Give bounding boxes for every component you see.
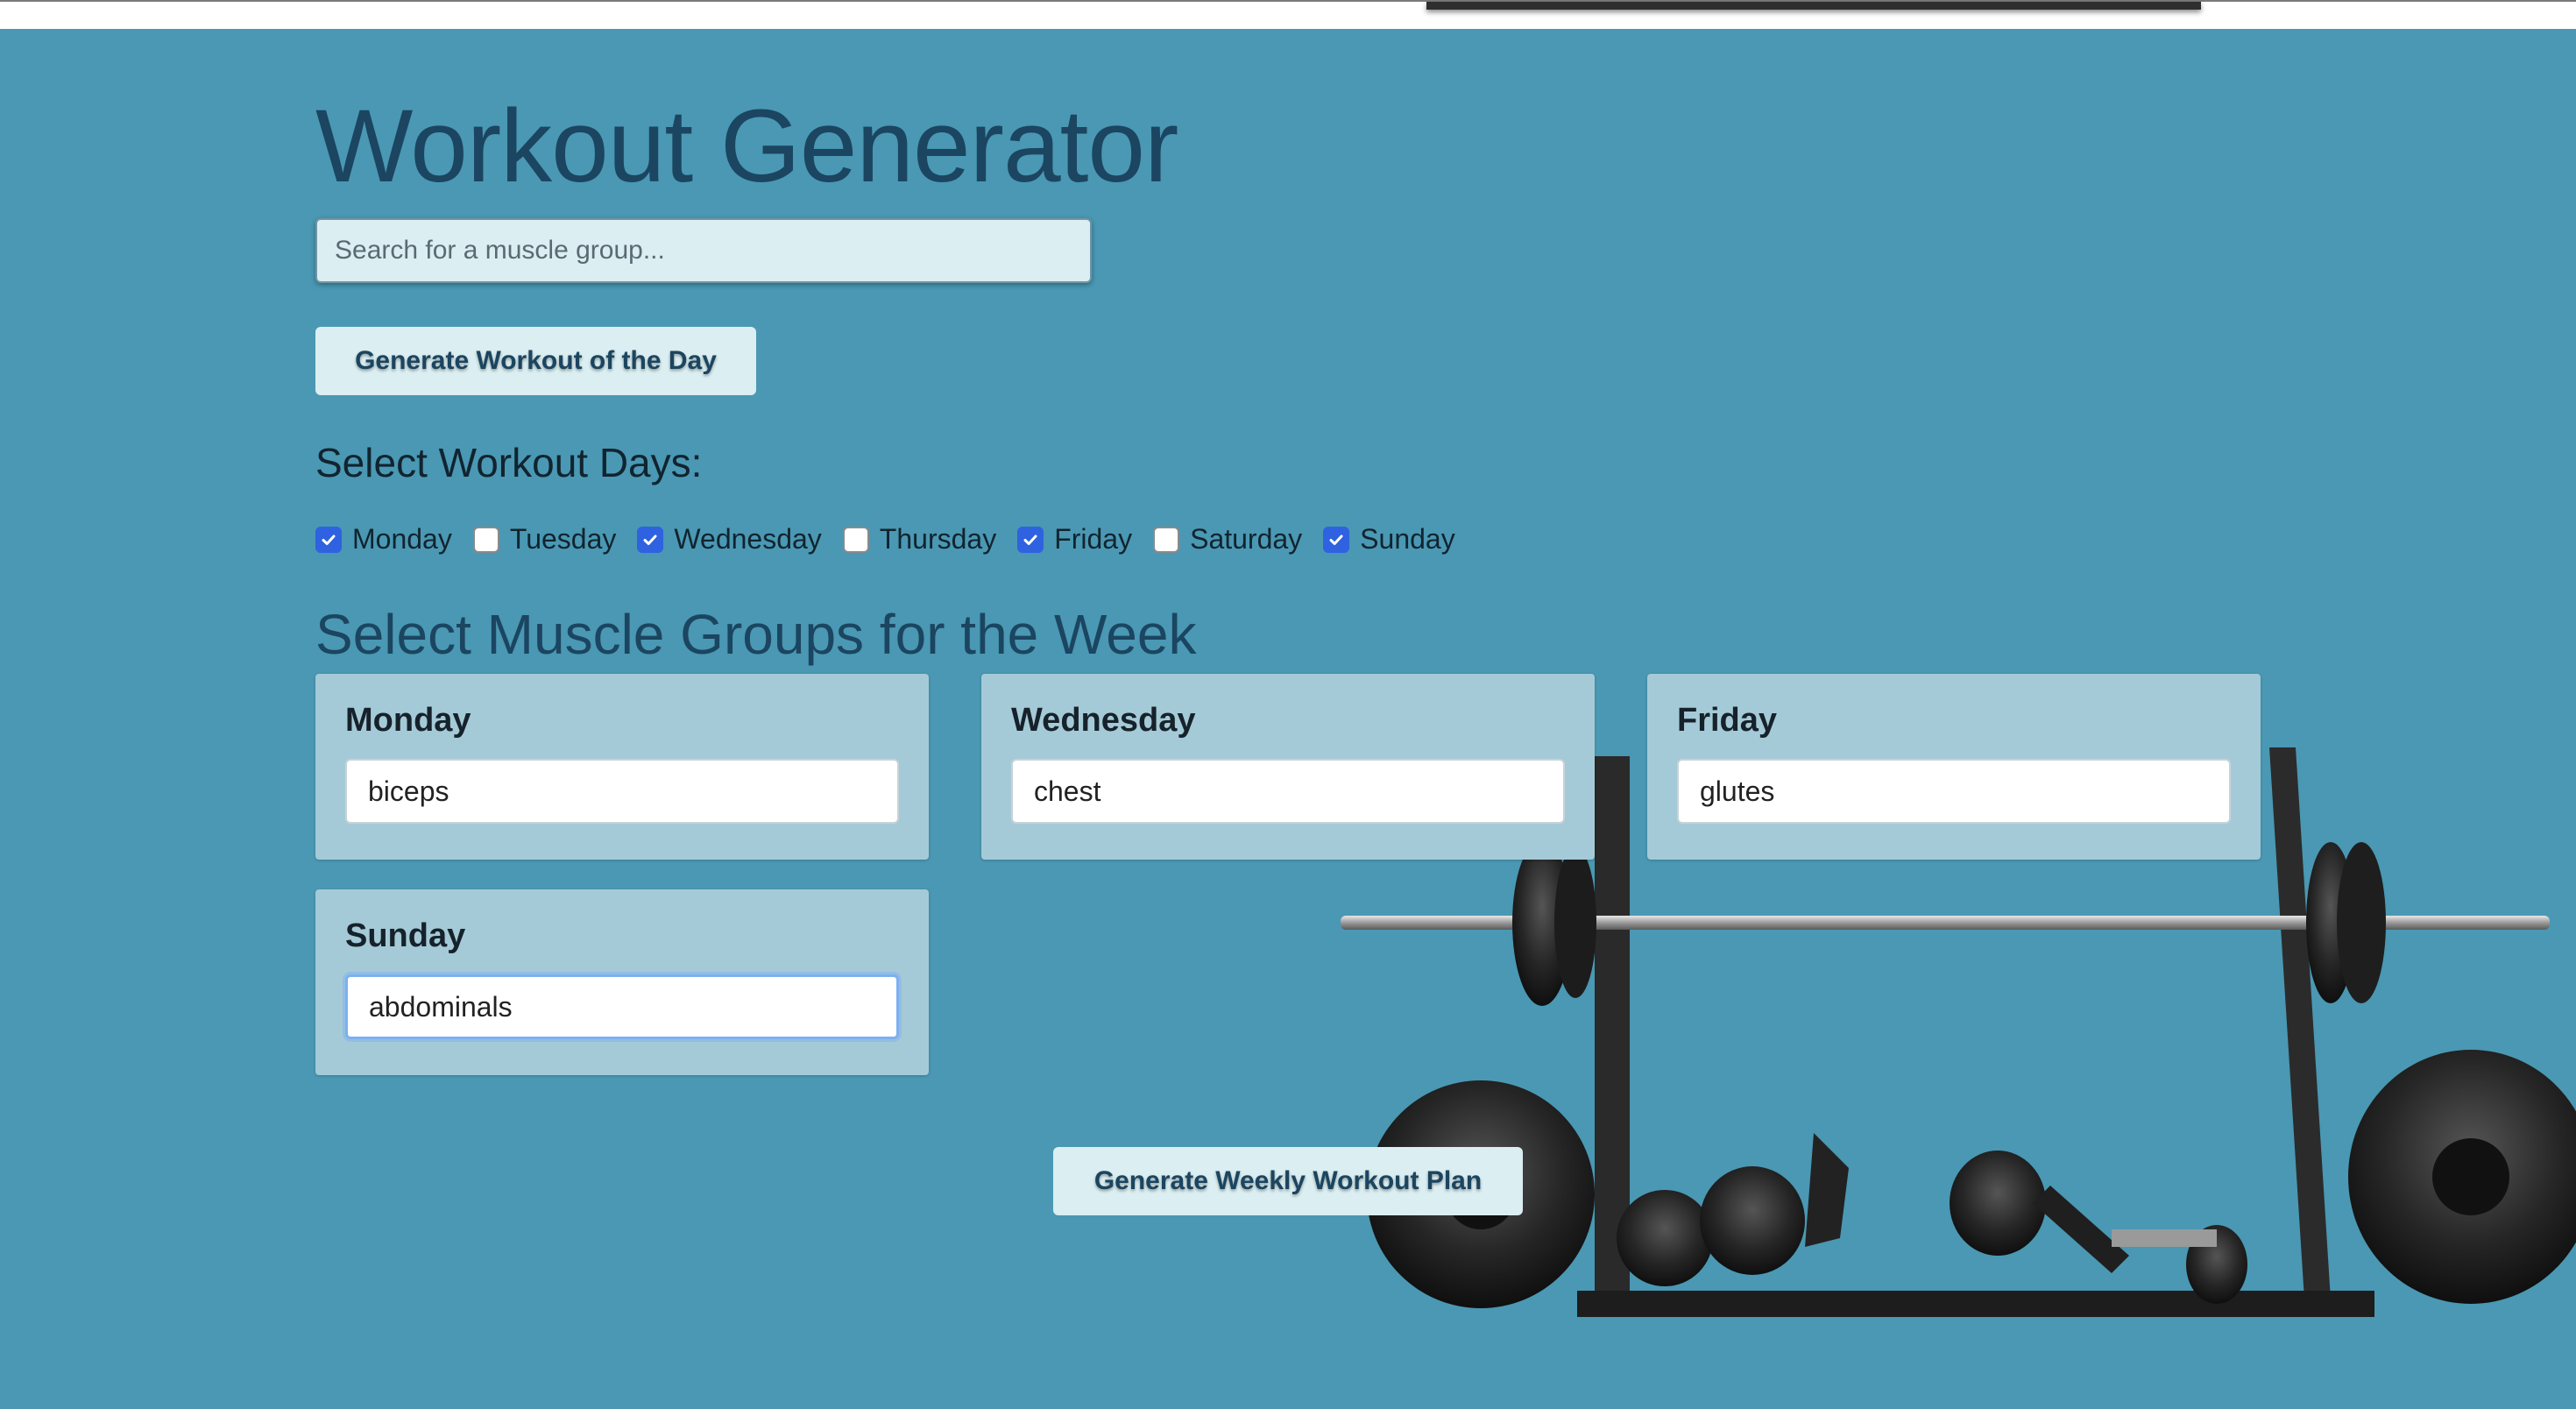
generate-weekly-plan-button[interactable]: Generate Weekly Workout Plan <box>1053 1147 1523 1215</box>
muscle-group-input-friday[interactable] <box>1677 759 2231 824</box>
checkbox-tuesday[interactable] <box>472 526 499 553</box>
day-label-saturday: Saturday <box>1190 523 1303 555</box>
day-label-sunday: Sunday <box>1360 523 1455 555</box>
page-title: Workout Generator <box>315 89 1178 204</box>
checkbox-monday[interactable] <box>315 526 342 553</box>
day-card-title: Friday <box>1677 702 1778 739</box>
browser-top-strip <box>0 0 2576 29</box>
day-label-tuesday: Tuesday <box>509 523 617 555</box>
checkmark-icon <box>322 535 336 545</box>
checkbox-wednesday[interactable] <box>637 526 664 553</box>
page-background: Workout Generator Generate Workout of th… <box>0 29 2576 1409</box>
day-option-tuesday[interactable]: Tuesday <box>472 523 617 556</box>
muscle-groups-heading: Select Muscle Groups for the Week <box>315 603 1197 666</box>
day-card-title: Sunday <box>345 917 466 954</box>
day-option-saturday[interactable]: Saturday <box>1153 523 1302 556</box>
day-card-wednesday: Wednesday <box>981 674 1595 860</box>
checkmark-icon <box>1023 535 1037 545</box>
checkmark-icon <box>1329 535 1343 545</box>
day-label-friday: Friday <box>1054 523 1133 555</box>
muscle-group-input-monday[interactable] <box>345 759 899 824</box>
workout-days-checkbox-group: Monday Tuesday Wednesday Thursday Friday… <box>315 523 1476 556</box>
workout-days-heading: Select Workout Days: <box>315 440 703 485</box>
muscle-group-input-wednesday[interactable] <box>1011 759 1565 824</box>
checkmark-icon <box>643 535 657 545</box>
muscle-group-input-sunday[interactable] <box>345 974 899 1039</box>
day-option-thursday[interactable]: Thursday <box>842 523 997 556</box>
day-label-wednesday: Wednesday <box>674 523 822 555</box>
day-card-title: Monday <box>345 702 471 739</box>
day-label-thursday: Thursday <box>879 523 997 555</box>
overlay-bar <box>1426 2 2201 10</box>
muscle-search-input[interactable] <box>315 218 1092 283</box>
day-option-sunday[interactable]: Sunday <box>1323 523 1455 556</box>
checkbox-sunday[interactable] <box>1323 526 1350 553</box>
generate-workout-of-the-day-button[interactable]: Generate Workout of the Day <box>315 327 756 395</box>
day-option-monday[interactable]: Monday <box>315 523 452 556</box>
checkbox-saturday[interactable] <box>1153 526 1180 553</box>
day-option-wednesday[interactable]: Wednesday <box>637 523 822 556</box>
day-card-friday: Friday <box>1647 674 2261 860</box>
checkbox-thursday[interactable] <box>842 526 869 553</box>
day-option-friday[interactable]: Friday <box>1017 523 1132 556</box>
day-card-title: Wednesday <box>1011 702 1196 739</box>
checkbox-friday[interactable] <box>1017 526 1044 553</box>
day-label-monday: Monday <box>352 523 452 555</box>
day-card-monday: Monday <box>315 674 929 860</box>
day-card-sunday: Sunday <box>315 889 929 1075</box>
